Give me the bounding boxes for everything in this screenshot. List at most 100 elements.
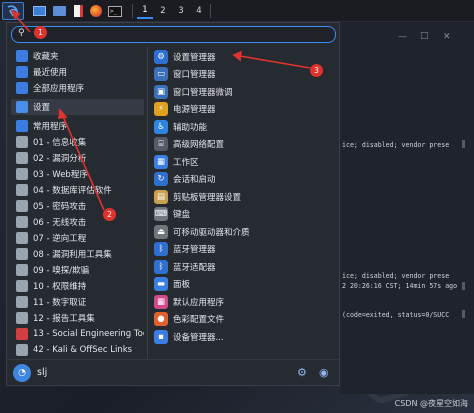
category-item[interactable]: 11 - 数字取证	[11, 294, 144, 310]
category-item[interactable]: 01 - 信息收集	[11, 134, 144, 150]
network-icon: ⌸	[154, 137, 168, 152]
lock-screen-icon[interactable]: ◉	[319, 366, 329, 379]
app-item[interactable]: ♿ 辅助功能	[149, 118, 337, 136]
workspace-2[interactable]: 2	[155, 3, 171, 19]
application-menu-button[interactable]	[2, 2, 24, 20]
app-item[interactable]: ⏏ 可移动驱动器和介质	[149, 223, 337, 241]
app-item[interactable]: ⌨ 键盘	[149, 206, 337, 224]
app-item[interactable]: ● 色彩配置文件	[149, 311, 337, 329]
app-item[interactable]: ▤ 剪贴板管理器设置	[149, 188, 337, 206]
bluetooth-adapter-icon: ᛒ	[154, 259, 168, 274]
info-gathering-icon	[16, 136, 28, 148]
workspace-3[interactable]: 3	[173, 3, 189, 19]
report-icon	[16, 312, 28, 324]
workspace-1[interactable]: 1	[137, 3, 153, 19]
close-icon[interactable]: ✕	[443, 32, 451, 42]
category-item[interactable]: 10 - 权限维持	[11, 278, 144, 294]
power-manager-icon: ⚡	[154, 102, 168, 117]
removable-drive-icon: ⏏	[154, 224, 168, 239]
app-item[interactable]: ▬ 面板	[149, 276, 337, 294]
app-label: 辅助功能	[173, 122, 208, 133]
watermark: CSDN @夜星空如海	[394, 399, 468, 408]
search-box[interactable]: ⚲	[11, 26, 336, 43]
app-item[interactable]: ↻ 会话和启动	[149, 171, 337, 189]
category-label: 设置	[33, 103, 51, 113]
annotation-badge-3: 3	[310, 64, 323, 77]
terminal-line: ice; disabled; vendor prese	[342, 141, 450, 149]
panel-separator	[132, 4, 133, 18]
terminal-icon[interactable]: >_	[106, 2, 124, 20]
star-icon	[16, 50, 28, 62]
app-item[interactable]: ᛒ 蓝牙适配器	[149, 258, 337, 276]
minimize-icon[interactable]: —	[398, 32, 407, 42]
firefox-icon[interactable]	[88, 2, 104, 20]
app-item[interactable]: ▦ 默认应用程序	[149, 293, 337, 311]
folder-icon[interactable]	[50, 2, 68, 20]
category-item[interactable]: 12 - 报告工具集	[11, 310, 144, 326]
category-item[interactable]: 06 - 无线攻击	[11, 214, 144, 230]
top-panel: >_ 1 2 3 4	[0, 0, 474, 22]
category-item[interactable]: 设置	[11, 99, 144, 115]
category-label: 11 - 数字取证	[33, 298, 87, 308]
category-item[interactable]: 04 - 数据库评估软件	[11, 182, 144, 198]
category-item[interactable]: 42 - Kali & OffSec Links	[11, 342, 144, 358]
settings-shortcut-icon[interactable]: ⚙	[297, 366, 307, 379]
annotation-badge-1: 1	[34, 26, 47, 39]
app-item[interactable]: ▭ 窗口管理器	[149, 66, 337, 84]
category-item[interactable]: 全部应用程序	[11, 80, 144, 96]
app-label: 默认应用程序	[173, 297, 225, 308]
category-item[interactable]: 09 - 嗅探/欺骗	[11, 262, 144, 278]
category-label: 05 - 密码攻击	[33, 202, 87, 212]
app-item[interactable]: ⌸ 高级网络配置	[149, 136, 337, 154]
category-item[interactable]: 07 - 逆向工程	[11, 230, 144, 246]
search-icon: ⚲	[18, 28, 25, 38]
terminal-scroll-mark	[462, 140, 465, 148]
default-apps-icon: ▦	[154, 294, 168, 309]
app-label: 面板	[173, 280, 191, 291]
app-item[interactable]: ▣ 窗口管理器微调	[149, 83, 337, 101]
app-label: 蓝牙适配器	[173, 262, 216, 273]
category-item[interactable]: 最近使用	[11, 64, 144, 80]
category-item[interactable]: 03 - Web程序	[11, 166, 144, 182]
terminal-window[interactable]	[340, 22, 474, 394]
session-icon: ↻	[154, 172, 168, 187]
category-label: 07 - 逆向工程	[33, 234, 87, 244]
category-label: 收藏夹	[33, 52, 59, 62]
search-input[interactable]	[32, 28, 322, 40]
document-icon[interactable]	[70, 2, 86, 20]
apps-icon	[16, 82, 28, 94]
maximize-icon[interactable]: □	[420, 31, 429, 41]
avatar[interactable]: ◔	[13, 364, 31, 382]
clipboard-icon: ▤	[154, 189, 168, 204]
app-item[interactable]: ▦ 工作区	[149, 153, 337, 171]
annotation-badge-2: 2	[103, 208, 116, 221]
app-item[interactable]: ⚡ 电源管理器	[149, 101, 337, 119]
window-tweaks-icon: ▣	[154, 84, 168, 99]
app-label: 键盘	[173, 210, 191, 221]
app-label: 设置管理器	[173, 52, 216, 63]
app-label: 电源管理器	[173, 105, 216, 116]
color-profiles-icon: ●	[154, 312, 168, 327]
category-item[interactable]: 常用程序	[11, 118, 144, 134]
category-item[interactable]: 08 - 漏洞利用工具集	[11, 246, 144, 262]
app-item[interactable]: ᛒ 蓝牙管理器	[149, 241, 337, 259]
window-manager-icon: ▭	[154, 67, 168, 82]
category-label: 42 - Kali & OffSec Links	[33, 345, 133, 355]
app-item[interactable]: ⚙ 设置管理器	[149, 48, 337, 66]
category-label: 09 - 嗅探/欺骗	[33, 266, 90, 276]
workspace-4[interactable]: 4	[191, 3, 207, 19]
category-item[interactable]: 收藏夹	[11, 48, 144, 64]
app-label: 设备管理器...	[173, 332, 224, 343]
category-item[interactable]: 13 - Social Engineering Tools	[11, 326, 144, 342]
workspaces-icon: ▦	[154, 154, 168, 169]
workspace-icon[interactable]	[30, 2, 48, 20]
social-engineering-icon	[16, 328, 28, 340]
app-item[interactable]: ▪ 设备管理器...	[149, 328, 337, 346]
app-label: 可移动驱动器和介质	[173, 227, 250, 238]
category-item[interactable]: 05 - 密码攻击	[11, 198, 144, 214]
category-item[interactable]: 02 - 漏洞分析	[11, 150, 144, 166]
app-label: 蓝牙管理器	[173, 245, 216, 256]
common-apps-icon	[16, 120, 28, 132]
web-icon	[16, 168, 28, 180]
bluetooth-icon: ᛒ	[154, 242, 168, 257]
